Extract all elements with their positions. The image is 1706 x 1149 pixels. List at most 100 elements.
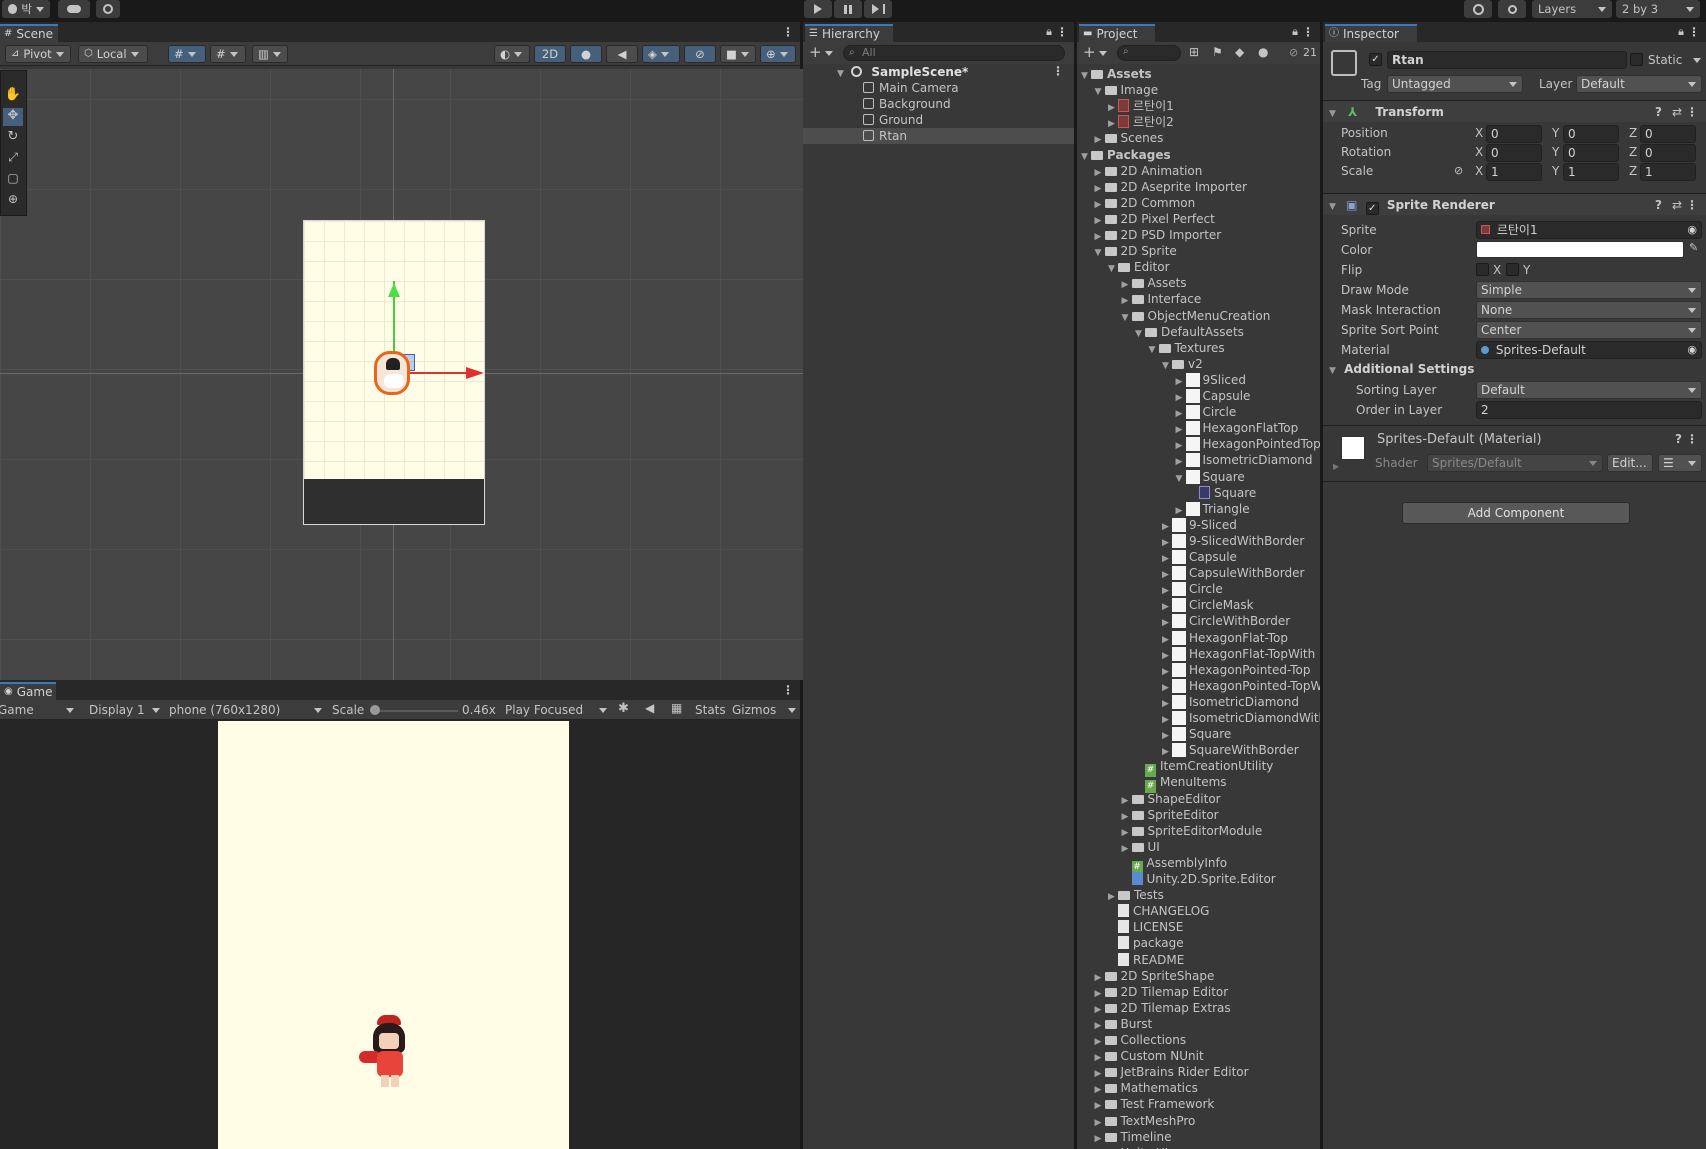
effects-dropdown[interactable]: ◈ bbox=[642, 45, 680, 63]
project-tree-item[interactable]: README bbox=[1077, 952, 1320, 968]
link-icon[interactable]: ⊘ bbox=[1454, 164, 1463, 177]
scale-slider-track[interactable] bbox=[370, 710, 458, 712]
flip-x-checkbox[interactable] bbox=[1476, 263, 1489, 276]
tab-project[interactable]: ▬ Project bbox=[1079, 24, 1155, 42]
more-options-icon[interactable]: ⋮ bbox=[1688, 25, 1700, 39]
project-tree-item[interactable]: ▶ 2D PSD Importer bbox=[1077, 227, 1320, 243]
scale-z-axis-label[interactable]: Z bbox=[1629, 164, 1637, 178]
position-z-field[interactable]: 0 bbox=[1640, 125, 1696, 143]
project-tree-item[interactable]: ▶ IsometricDiamondWith bbox=[1077, 710, 1320, 726]
project-tree-item[interactable]: ▶ 2D Animation bbox=[1077, 163, 1320, 179]
object-picker-icon[interactable]: ◉ bbox=[1687, 342, 1697, 358]
display-dropdown[interactable]: Display 1 bbox=[86, 702, 164, 718]
project-tree-item[interactable]: ▶ Test Framework bbox=[1077, 1096, 1320, 1112]
order-in-layer-field[interactable]: 2 bbox=[1476, 401, 1702, 419]
position-x-axis-label[interactable]: X bbox=[1475, 126, 1483, 140]
project-tree-item[interactable]: ▶ Capsule bbox=[1077, 549, 1320, 565]
speaker-icon[interactable]: ◀ bbox=[645, 701, 654, 715]
add-component-button[interactable]: Add Component bbox=[1402, 502, 1630, 524]
rotation-z-field[interactable]: 0 bbox=[1640, 144, 1696, 162]
project-tree-item[interactable]: ▶ IsometricDiamond bbox=[1077, 694, 1320, 710]
camera-dropdown[interactable]: ■ bbox=[720, 45, 756, 63]
static-checkbox[interactable] bbox=[1630, 53, 1643, 66]
material-field[interactable]: Sprites-Default ◉ bbox=[1476, 341, 1702, 359]
eye-slash-icon[interactable]: ⊘ bbox=[1289, 46, 1298, 59]
shader-options-dropdown[interactable]: ☰ bbox=[1658, 454, 1702, 472]
project-tree-item[interactable]: ▼ Image bbox=[1077, 82, 1320, 98]
component-menu-icon[interactable]: ⋮ bbox=[1686, 194, 1698, 216]
project-tree-item[interactable]: # AssemblyInfo bbox=[1077, 855, 1320, 874]
x-arrow-handle[interactable] bbox=[466, 367, 484, 379]
project-tree-item[interactable]: ▶ Circle bbox=[1077, 404, 1320, 420]
rotation-y-axis-label[interactable]: Y bbox=[1552, 145, 1559, 159]
project-tree-item[interactable]: ▶ 2D Tilemap Extras bbox=[1077, 1000, 1320, 1016]
project-tree-item[interactable]: ▶ HexagonPointed-Top bbox=[1077, 662, 1320, 678]
audio-toggle[interactable]: ◀ bbox=[606, 45, 638, 63]
undo-history-button[interactable] bbox=[1464, 0, 1492, 18]
eyedropper-icon[interactable]: ✎ bbox=[1689, 241, 1698, 254]
scale-slider-thumb[interactable] bbox=[370, 705, 380, 715]
sort-point-dropdown[interactable]: Center bbox=[1476, 321, 1702, 339]
project-tree-item[interactable]: Square bbox=[1077, 485, 1320, 501]
scene-options-icon[interactable]: ⋮ bbox=[1052, 64, 1064, 78]
project-tree-item[interactable]: ▶ 9-Sliced bbox=[1077, 517, 1320, 533]
gameobject-icon[interactable] bbox=[1331, 50, 1357, 76]
project-tree-item[interactable]: ▶ HexagonFlat-TopWith bbox=[1077, 646, 1320, 662]
project-tree-item[interactable]: ▶ 르탄이2 bbox=[1077, 114, 1320, 130]
project-tree-item[interactable]: ▶ 2D Tilemap Editor bbox=[1077, 984, 1320, 1000]
project-tree-item[interactable]: ▼ DefaultAssets bbox=[1077, 324, 1320, 340]
hierarchy-item-selected[interactable]: Rtan bbox=[803, 128, 1074, 144]
project-tree-item[interactable]: ▶ Square bbox=[1077, 726, 1320, 742]
project-tree-item[interactable]: ▶ 2D SpriteShape bbox=[1077, 968, 1320, 984]
project-tree-item[interactable]: ▶ Burst bbox=[1077, 1016, 1320, 1032]
scale-y-field[interactable]: 1 bbox=[1563, 163, 1619, 181]
lock-icon[interactable]: 🔒︎ bbox=[1046, 25, 1052, 39]
project-tree-item[interactable]: package bbox=[1077, 935, 1320, 951]
local-dropdown[interactable]: ⬡ Local bbox=[78, 45, 148, 63]
rotate-tool-icon[interactable]: ↻ bbox=[3, 129, 23, 147]
position-y-field[interactable]: 0 bbox=[1563, 125, 1619, 143]
hand-tool-icon[interactable]: ✋ bbox=[3, 87, 23, 105]
scale-tool-icon[interactable]: ⤢ bbox=[3, 150, 23, 168]
lighting-toggle[interactable]: ● bbox=[570, 45, 602, 63]
position-y-axis-label[interactable]: Y bbox=[1552, 126, 1559, 140]
search-button[interactable] bbox=[1498, 0, 1526, 18]
project-tree-item[interactable]: ▼ Editor bbox=[1077, 259, 1320, 275]
project-tree-item[interactable]: ▶ TextMeshPro bbox=[1077, 1113, 1320, 1129]
warning-icon[interactable]: ● bbox=[1258, 45, 1268, 59]
project-tree-item[interactable]: ▶Unity UI bbox=[1077, 1145, 1320, 1149]
project-tree-item[interactable]: ▶ 르탄이1 bbox=[1077, 98, 1320, 114]
draw-mode-dropdown[interactable]: Simple bbox=[1476, 281, 1702, 299]
static-dropdown-icon[interactable] bbox=[1693, 58, 1701, 63]
project-tree-item[interactable]: ▶ 2D Common bbox=[1077, 195, 1320, 211]
tab-hierarchy[interactable]: ☰ Hierarchy bbox=[805, 24, 893, 42]
project-tree-item[interactable]: ▶ HexagonFlat-Top bbox=[1077, 630, 1320, 646]
services-button[interactable] bbox=[96, 0, 120, 18]
project-tree-item[interactable]: ▶ JetBrains Rider Editor bbox=[1077, 1064, 1320, 1080]
project-tree-item[interactable]: ▶ Assets bbox=[1077, 275, 1320, 291]
search-by-label-icon[interactable]: ⚑ bbox=[1212, 45, 1223, 59]
expand-arrow-icon[interactable]: ▼ bbox=[1329, 109, 1336, 119]
tab-inspector[interactable]: ⓘ Inspector bbox=[1325, 24, 1417, 42]
chevron-down-icon[interactable] bbox=[1099, 51, 1107, 56]
help-icon[interactable]: ? bbox=[1655, 101, 1662, 123]
bug-icon[interactable]: ✱ bbox=[618, 701, 629, 716]
2d-mode-toggle[interactable]: 2D bbox=[534, 45, 566, 63]
project-tree-item[interactable]: ▶ UI bbox=[1077, 839, 1320, 855]
gizmos-dropdown[interactable]: ⊕ bbox=[760, 45, 796, 63]
project-tree-item[interactable]: LICENSE bbox=[1077, 919, 1320, 935]
cloud-button[interactable] bbox=[58, 0, 90, 18]
project-tree-item[interactable]: ▶ Triangle bbox=[1077, 501, 1320, 517]
flip-y-checkbox[interactable] bbox=[1506, 263, 1519, 276]
more-options-icon[interactable]: ⋮ bbox=[782, 25, 794, 39]
project-tree-item[interactable]: ▶ SpriteEditorModule bbox=[1077, 823, 1320, 839]
more-options-icon[interactable]: ⋮ bbox=[1302, 25, 1314, 39]
project-tree-item[interactable]: ▶ Tests bbox=[1077, 887, 1320, 903]
game-view-dropdown[interactable]: Game bbox=[0, 702, 78, 718]
mask-interaction-dropdown[interactable]: None bbox=[1476, 301, 1702, 319]
project-tree-item[interactable]: ▼ v2 bbox=[1077, 356, 1320, 372]
pause-button[interactable] bbox=[834, 0, 862, 18]
project-tree-item[interactable]: CHANGELOG bbox=[1077, 903, 1320, 919]
shading-mode-dropdown[interactable]: ◐ bbox=[494, 45, 530, 63]
add-icon[interactable]: + bbox=[1083, 43, 1096, 61]
